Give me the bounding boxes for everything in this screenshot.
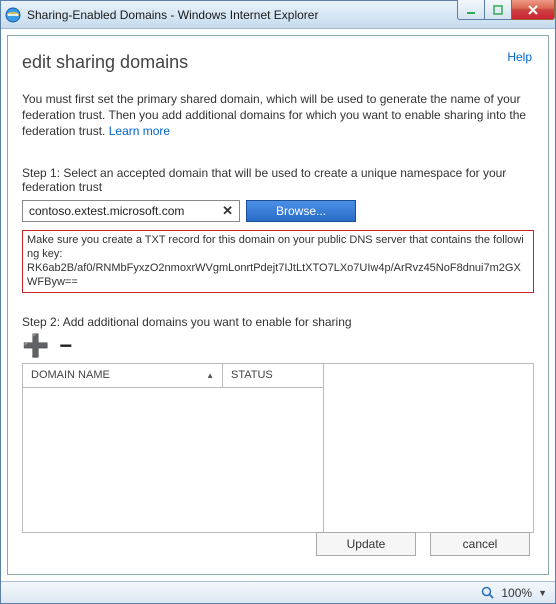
cancel-button[interactable]: cancel [430,532,530,556]
minimize-button[interactable] [457,0,485,20]
update-button[interactable]: Update [316,532,416,556]
zoom-dropdown-icon[interactable]: ▼ [538,588,547,598]
step1-controls: contoso.extest.microsoft.com ✕ Browse... [22,200,534,222]
column-header-domain-label: DOMAIN NAME [31,369,110,381]
column-header-status[interactable]: STATUS [223,364,323,387]
intro-text: You must first set the primary shared do… [22,91,534,140]
grid-left-pane: DOMAIN NAME ▲ STATUS [23,364,323,532]
ie-icon [5,7,21,23]
close-button[interactable] [511,0,555,20]
primary-domain-input[interactable]: contoso.extest.microsoft.com ✕ [22,200,240,222]
clear-icon[interactable]: ✕ [220,203,235,219]
page-title: edit sharing domains [22,52,534,73]
browse-button[interactable]: Browse... [246,200,356,222]
remove-domain-button[interactable]: − [59,335,72,357]
client-area: Help edit sharing domains You must first… [1,29,555,581]
txt-warning-intro: Make sure you create a TXT record for th… [27,234,524,260]
sort-asc-icon: ▲ [206,371,214,380]
footer-buttons: Update cancel [316,532,530,556]
column-header-domain[interactable]: DOMAIN NAME ▲ [23,364,223,387]
help-link[interactable]: Help [507,50,532,64]
add-domain-button[interactable]: ➕ [22,335,49,357]
domains-grid: DOMAIN NAME ▲ STATUS [22,363,534,533]
primary-domain-value: contoso.extest.microsoft.com [29,204,220,218]
grid-details-pane [323,364,533,532]
page-content: Help edit sharing domains You must first… [7,35,549,575]
grid-body[interactable] [23,388,323,532]
statusbar: 100% ▼ [1,581,555,603]
add-remove-toolbar: ➕ − [22,335,534,357]
window-titlebar: Sharing-Enabled Domains - Windows Intern… [1,1,555,29]
learn-more-link[interactable]: Learn more [109,124,170,138]
txt-warning-key: RK6ab2B/af0/RNMbFyxzO2nmoxrWVgmLonrtPdej… [27,262,521,288]
window-controls [458,0,555,20]
zoom-icon[interactable] [481,586,495,600]
step1-label: Step 1: Select an accepted domain that w… [22,166,534,194]
grid-header: DOMAIN NAME ▲ STATUS [23,364,323,388]
column-header-status-label: STATUS [231,369,273,381]
intro-body: You must first set the primary shared do… [22,92,526,138]
step2-label: Step 2: Add additional domains you want … [22,315,534,329]
window-title: Sharing-Enabled Domains - Windows Intern… [27,8,318,22]
zoom-level[interactable]: 100% [501,586,532,600]
maximize-button[interactable] [484,0,512,20]
txt-record-warning: Make sure you create a TXT record for th… [22,230,534,293]
